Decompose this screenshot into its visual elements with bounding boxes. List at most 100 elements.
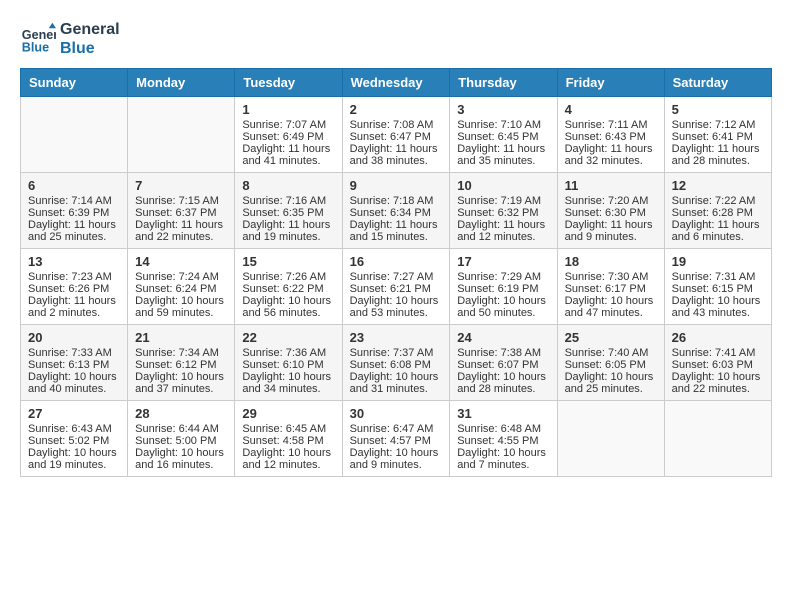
day-info: Sunset: 6:05 PM	[565, 359, 657, 371]
calendar-cell: 26Sunrise: 7:41 AMSunset: 6:03 PMDayligh…	[664, 325, 771, 401]
day-info: Sunset: 6:22 PM	[242, 283, 334, 295]
day-info: Sunset: 6:24 PM	[135, 283, 227, 295]
day-info: Sunrise: 7:08 AM	[350, 119, 443, 131]
day-info: Daylight: 10 hours and 31 minutes.	[350, 371, 443, 395]
day-number: 29	[242, 406, 334, 421]
day-info: Daylight: 11 hours and 28 minutes.	[672, 143, 764, 167]
day-info: Daylight: 10 hours and 16 minutes.	[135, 447, 227, 471]
day-info: Sunset: 6:15 PM	[672, 283, 764, 295]
day-info: Sunset: 6:35 PM	[242, 207, 334, 219]
day-number: 13	[28, 254, 120, 269]
day-info: Daylight: 11 hours and 19 minutes.	[242, 219, 334, 243]
day-number: 24	[457, 330, 549, 345]
calendar-cell: 14Sunrise: 7:24 AMSunset: 6:24 PMDayligh…	[128, 249, 235, 325]
day-number: 6	[28, 178, 120, 193]
day-info: Daylight: 10 hours and 9 minutes.	[350, 447, 443, 471]
day-info: Sunset: 6:13 PM	[28, 359, 120, 371]
day-info: Sunrise: 7:37 AM	[350, 347, 443, 359]
day-info: Sunset: 4:58 PM	[242, 435, 334, 447]
day-info: Sunset: 4:57 PM	[350, 435, 443, 447]
day-info: Daylight: 10 hours and 43 minutes.	[672, 295, 764, 319]
day-number: 7	[135, 178, 227, 193]
col-header-saturday: Saturday	[664, 69, 771, 97]
page-header: General Blue General Blue	[20, 20, 772, 58]
calendar-cell: 23Sunrise: 7:37 AMSunset: 6:08 PMDayligh…	[342, 325, 450, 401]
day-info: Sunrise: 6:47 AM	[350, 423, 443, 435]
day-info: Sunrise: 6:45 AM	[242, 423, 334, 435]
day-info: Sunrise: 7:18 AM	[350, 195, 443, 207]
day-info: Daylight: 10 hours and 37 minutes.	[135, 371, 227, 395]
day-info: Sunrise: 7:22 AM	[672, 195, 764, 207]
day-info: Sunrise: 7:11 AM	[565, 119, 657, 131]
day-info: Sunrise: 7:24 AM	[135, 271, 227, 283]
day-info: Sunset: 6:10 PM	[242, 359, 334, 371]
col-header-thursday: Thursday	[450, 69, 557, 97]
day-info: Sunrise: 7:16 AM	[242, 195, 334, 207]
calendar-cell: 25Sunrise: 7:40 AMSunset: 6:05 PMDayligh…	[557, 325, 664, 401]
calendar-cell: 21Sunrise: 7:34 AMSunset: 6:12 PMDayligh…	[128, 325, 235, 401]
calendar-cell: 28Sunrise: 6:44 AMSunset: 5:00 PMDayligh…	[128, 401, 235, 477]
day-number: 12	[672, 178, 764, 193]
day-info: Sunrise: 7:41 AM	[672, 347, 764, 359]
calendar-cell: 10Sunrise: 7:19 AMSunset: 6:32 PMDayligh…	[450, 173, 557, 249]
col-header-tuesday: Tuesday	[235, 69, 342, 97]
day-info: Daylight: 10 hours and 50 minutes.	[457, 295, 549, 319]
calendar-cell: 6Sunrise: 7:14 AMSunset: 6:39 PMDaylight…	[21, 173, 128, 249]
calendar-header-row: SundayMondayTuesdayWednesdayThursdayFrid…	[21, 69, 772, 97]
calendar-cell	[664, 401, 771, 477]
day-info: Daylight: 11 hours and 22 minutes.	[135, 219, 227, 243]
day-number: 25	[565, 330, 657, 345]
day-info: Sunset: 6:47 PM	[350, 131, 443, 143]
calendar-cell: 30Sunrise: 6:47 AMSunset: 4:57 PMDayligh…	[342, 401, 450, 477]
day-info: Sunrise: 7:20 AM	[565, 195, 657, 207]
day-info: Sunrise: 7:34 AM	[135, 347, 227, 359]
day-info: Daylight: 10 hours and 56 minutes.	[242, 295, 334, 319]
calendar-cell: 31Sunrise: 6:48 AMSunset: 4:55 PMDayligh…	[450, 401, 557, 477]
day-info: Sunrise: 7:19 AM	[457, 195, 549, 207]
calendar-cell: 13Sunrise: 7:23 AMSunset: 6:26 PMDayligh…	[21, 249, 128, 325]
day-info: Sunset: 6:41 PM	[672, 131, 764, 143]
day-info: Daylight: 11 hours and 9 minutes.	[565, 219, 657, 243]
day-number: 27	[28, 406, 120, 421]
day-info: Sunset: 6:19 PM	[457, 283, 549, 295]
day-info: Daylight: 10 hours and 34 minutes.	[242, 371, 334, 395]
calendar-week-row: 13Sunrise: 7:23 AMSunset: 6:26 PMDayligh…	[21, 249, 772, 325]
day-info: Daylight: 11 hours and 35 minutes.	[457, 143, 549, 167]
day-info: Sunset: 6:34 PM	[350, 207, 443, 219]
calendar-cell: 3Sunrise: 7:10 AMSunset: 6:45 PMDaylight…	[450, 97, 557, 173]
day-info: Daylight: 10 hours and 28 minutes.	[457, 371, 549, 395]
day-number: 22	[242, 330, 334, 345]
calendar-cell: 20Sunrise: 7:33 AMSunset: 6:13 PMDayligh…	[21, 325, 128, 401]
calendar-table: SundayMondayTuesdayWednesdayThursdayFrid…	[20, 68, 772, 477]
day-info: Daylight: 10 hours and 53 minutes.	[350, 295, 443, 319]
col-header-friday: Friday	[557, 69, 664, 97]
svg-text:Blue: Blue	[22, 41, 49, 55]
day-info: Daylight: 10 hours and 59 minutes.	[135, 295, 227, 319]
day-info: Sunset: 6:32 PM	[457, 207, 549, 219]
calendar-cell	[21, 97, 128, 173]
day-number: 16	[350, 254, 443, 269]
day-info: Daylight: 11 hours and 2 minutes.	[28, 295, 120, 319]
day-info: Sunrise: 7:31 AM	[672, 271, 764, 283]
day-info: Daylight: 11 hours and 15 minutes.	[350, 219, 443, 243]
day-info: Daylight: 10 hours and 22 minutes.	[672, 371, 764, 395]
day-info: Sunset: 6:07 PM	[457, 359, 549, 371]
day-info: Sunrise: 7:23 AM	[28, 271, 120, 283]
calendar-week-row: 1Sunrise: 7:07 AMSunset: 6:49 PMDaylight…	[21, 97, 772, 173]
day-number: 26	[672, 330, 764, 345]
col-header-wednesday: Wednesday	[342, 69, 450, 97]
day-info: Sunrise: 7:27 AM	[350, 271, 443, 283]
calendar-cell: 22Sunrise: 7:36 AMSunset: 6:10 PMDayligh…	[235, 325, 342, 401]
day-info: Daylight: 11 hours and 6 minutes.	[672, 219, 764, 243]
calendar-week-row: 20Sunrise: 7:33 AMSunset: 6:13 PMDayligh…	[21, 325, 772, 401]
day-info: Daylight: 11 hours and 32 minutes.	[565, 143, 657, 167]
day-info: Sunrise: 7:38 AM	[457, 347, 549, 359]
day-info: Sunrise: 7:12 AM	[672, 119, 764, 131]
day-info: Sunrise: 7:26 AM	[242, 271, 334, 283]
day-number: 15	[242, 254, 334, 269]
day-info: Sunset: 6:49 PM	[242, 131, 334, 143]
day-info: Daylight: 10 hours and 47 minutes.	[565, 295, 657, 319]
day-number: 23	[350, 330, 443, 345]
day-info: Sunrise: 7:40 AM	[565, 347, 657, 359]
calendar-cell: 11Sunrise: 7:20 AMSunset: 6:30 PMDayligh…	[557, 173, 664, 249]
